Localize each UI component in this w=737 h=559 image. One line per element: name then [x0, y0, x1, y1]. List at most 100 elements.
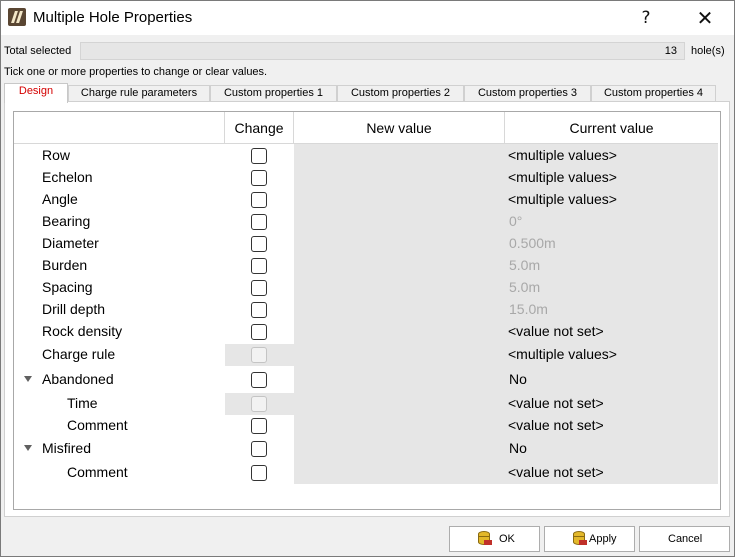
change-column-header[interactable]: Change	[225, 112, 294, 144]
current-value: 15.0m	[509, 301, 548, 317]
current-value: <value not set>	[508, 323, 604, 339]
property-name: Charge rule	[42, 346, 116, 362]
tab-design[interactable]: Design	[4, 83, 68, 103]
dialog-body: Total selected 13 hole(s) Tick one or mo…	[1, 35, 734, 556]
change-checkbox[interactable]	[251, 170, 267, 186]
apply-button[interactable]: Apply	[544, 526, 635, 552]
property-row-charge-rule[interactable]: Charge rule <multiple values>	[14, 344, 718, 366]
close-button[interactable]: ✕	[682, 1, 728, 35]
property-column-header	[14, 112, 225, 144]
design-tab-panel: Change New value Current value Row <mult…	[4, 101, 730, 517]
current-value: <multiple values>	[508, 191, 617, 207]
property-row-diameter[interactable]: Diameter 0.500m	[14, 233, 718, 255]
property-row-misfired[interactable]: Misfired No	[14, 438, 718, 460]
current-value: 5.0m	[509, 279, 541, 295]
change-cell	[225, 415, 294, 437]
property-name: Comment	[67, 417, 128, 433]
total-selected-value: 13	[664, 45, 677, 57]
current-value: 0.500m	[509, 235, 556, 251]
ok-button[interactable]: OK	[449, 526, 540, 552]
change-cell	[225, 189, 294, 211]
property-name: Diameter	[42, 235, 99, 251]
tab-custom-properties-4[interactable]: Custom properties 4	[591, 85, 716, 102]
change-checkbox[interactable]	[251, 214, 267, 230]
change-cell	[225, 438, 294, 460]
change-checkbox[interactable]	[251, 148, 267, 164]
current-value: 0°	[509, 213, 523, 229]
change-checkbox[interactable]	[251, 192, 267, 208]
property-grid: Change New value Current value Row <mult…	[13, 111, 721, 510]
cancel-button[interactable]: Cancel	[639, 526, 730, 552]
property-row-burden[interactable]: Burden 5.0m	[14, 255, 718, 277]
change-cell-disabled	[225, 344, 294, 366]
current-value: No	[509, 440, 527, 456]
tab-custom-properties-3[interactable]: Custom properties 3	[464, 85, 591, 102]
current-value: No	[509, 371, 527, 387]
change-checkbox-disabled	[251, 396, 267, 412]
change-cell	[225, 145, 294, 167]
property-row-bearing[interactable]: Bearing 0°	[14, 211, 718, 233]
property-row-spacing[interactable]: Spacing 5.0m	[14, 277, 718, 299]
holes-unit-label: hole(s)	[691, 45, 725, 57]
property-name: Spacing	[42, 279, 93, 295]
property-row-row[interactable]: Row <multiple values>	[14, 145, 718, 167]
tab-charge-rule-parameters[interactable]: Charge rule parameters	[68, 85, 210, 102]
property-name: Burden	[42, 257, 88, 273]
change-checkbox[interactable]	[251, 418, 267, 434]
instruction-text: Tick one or more properties to change or…	[4, 66, 268, 78]
property-name: Time	[67, 395, 98, 411]
collapse-arrow-icon[interactable]	[24, 376, 32, 382]
change-checkbox-disabled	[251, 347, 267, 363]
property-name: Misfired	[42, 440, 92, 456]
property-row-abandoned[interactable]: Abandoned No	[14, 369, 718, 391]
current-value: <multiple values>	[508, 169, 617, 185]
app-logo-icon	[8, 8, 26, 26]
total-selected-field: 13	[80, 42, 685, 60]
change-checkbox[interactable]	[251, 372, 267, 388]
help-button[interactable]: ?	[623, 1, 669, 35]
change-checkbox[interactable]	[251, 465, 267, 481]
change-cell-disabled	[225, 393, 294, 415]
change-cell	[225, 255, 294, 277]
window-title: Multiple Hole Properties	[33, 9, 193, 26]
property-name: Angle	[42, 191, 78, 207]
collapse-arrow-icon[interactable]	[24, 445, 32, 451]
change-cell	[225, 233, 294, 255]
change-checkbox[interactable]	[251, 302, 267, 318]
change-cell	[225, 369, 294, 391]
property-row-rock-density[interactable]: Rock density <value not set>	[14, 321, 718, 343]
change-cell	[225, 277, 294, 299]
change-checkbox[interactable]	[251, 258, 267, 274]
ok-button-label: OK	[499, 533, 515, 545]
database-import-icon	[478, 531, 492, 547]
change-cell	[225, 167, 294, 189]
tab-custom-properties-1[interactable]: Custom properties 1	[210, 85, 337, 102]
change-checkbox[interactable]	[251, 236, 267, 252]
current-value: <value not set>	[508, 395, 604, 411]
property-row-echelon[interactable]: Echelon <multiple values>	[14, 167, 718, 189]
property-row-abandoned-comment[interactable]: Comment <value not set>	[14, 415, 718, 437]
property-row-abandoned-time[interactable]: Time <value not set>	[14, 393, 718, 415]
change-checkbox[interactable]	[251, 324, 267, 340]
new-value-column-header[interactable]: New value	[294, 112, 505, 144]
property-row-angle[interactable]: Angle <multiple values>	[14, 189, 718, 211]
title-bar: Multiple Hole Properties ? ✕	[1, 1, 734, 35]
current-value: <multiple values>	[508, 147, 617, 163]
current-value-column-header[interactable]: Current value	[505, 112, 718, 144]
database-import-icon	[573, 531, 587, 547]
property-name: Comment	[67, 464, 128, 480]
property-row-drill-depth[interactable]: Drill depth 15.0m	[14, 299, 718, 321]
cancel-button-label: Cancel	[668, 533, 703, 545]
tab-custom-properties-2[interactable]: Custom properties 2	[337, 85, 464, 102]
property-name: Drill depth	[42, 301, 106, 317]
change-cell	[225, 299, 294, 321]
change-checkbox[interactable]	[251, 441, 267, 457]
property-name: Row	[42, 147, 71, 163]
property-row-misfired-comment[interactable]: Comment <value not set>	[14, 462, 718, 484]
dialog-window: Multiple Hole Properties ? ✕ Total selec…	[0, 0, 735, 557]
current-value: <multiple values>	[508, 346, 617, 362]
change-checkbox[interactable]	[251, 280, 267, 296]
property-name: Bearing	[42, 213, 91, 229]
change-cell	[225, 211, 294, 233]
current-value: 5.0m	[509, 257, 541, 273]
